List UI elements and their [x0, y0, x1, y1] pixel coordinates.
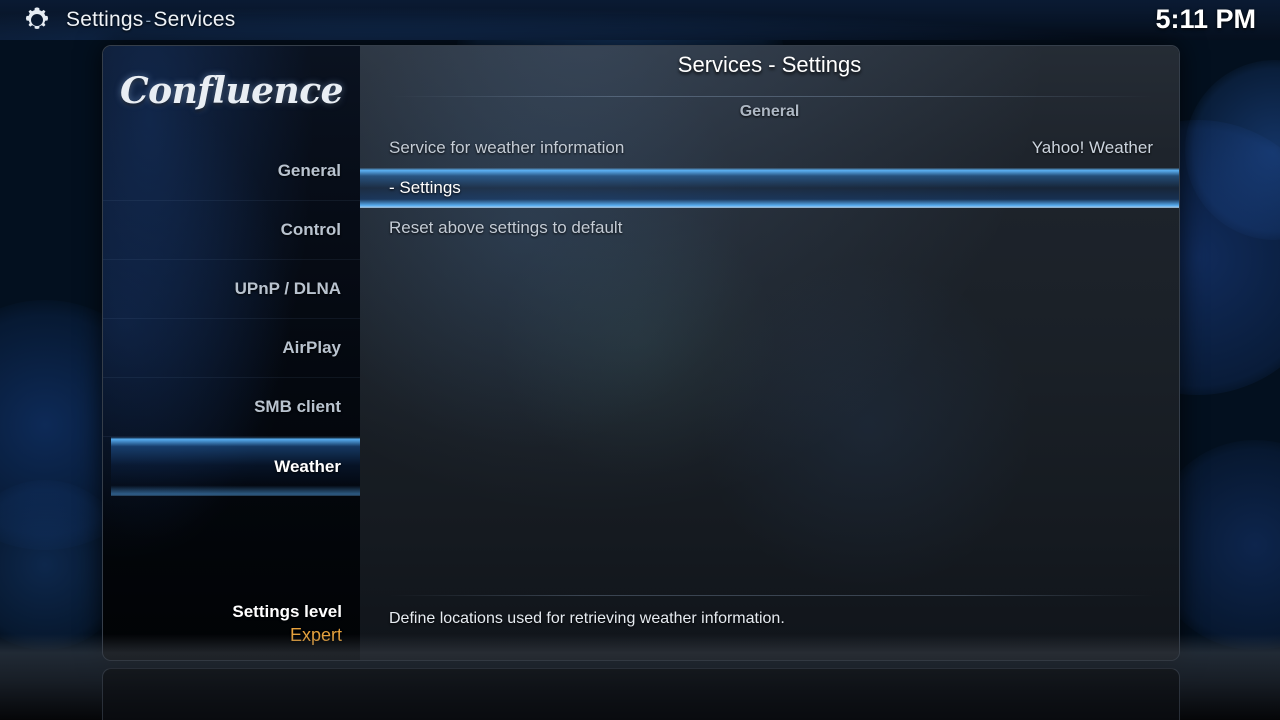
footer-panel	[102, 668, 1180, 720]
setting-row-reset-defaults[interactable]: Reset above settings to default	[360, 208, 1179, 248]
sidebar: Confluence General Control UPnP / DLNA A…	[103, 46, 360, 660]
window-title: Settings -Services	[66, 8, 235, 32]
content-panel: Services - Settings General Service for …	[360, 46, 1179, 660]
page-title: Services - Settings	[677, 52, 862, 77]
divider-top	[390, 96, 1153, 97]
row-focus-highlight	[360, 168, 1179, 208]
setting-label: Service for weather information	[389, 138, 625, 157]
setting-label: - Settings	[389, 178, 461, 197]
divider-bottom	[390, 595, 1153, 596]
settings-level-label: Settings level	[232, 602, 342, 621]
window-title-sub: Services	[153, 8, 236, 31]
sidebar-item-label: General	[277, 161, 341, 180]
window-title-separator: -	[145, 11, 152, 30]
clock: 5:11 PM	[1155, 4, 1256, 34]
settings-list: Service for weather information Yahoo! W…	[360, 128, 1179, 248]
setting-row-weather-service[interactable]: Service for weather information Yahoo! W…	[360, 128, 1179, 168]
sidebar-item-label: SMB client	[254, 397, 341, 416]
sidebar-item-label: Weather	[274, 456, 341, 476]
confluence-logo: Confluence	[119, 70, 344, 112]
sidebar-item-weather[interactable]: Weather	[103, 437, 360, 496]
bokeh-circle	[1185, 60, 1280, 240]
sidebar-item-airplay[interactable]: AirPlay	[103, 319, 360, 378]
sidebar-item-smb-client[interactable]: SMB client	[103, 378, 360, 437]
settings-dialog: Confluence General Control UPnP / DLNA A…	[102, 45, 1180, 661]
setting-value: Yahoo! Weather	[1031, 138, 1153, 157]
sidebar-item-control[interactable]: Control	[103, 201, 360, 260]
section-header: General	[739, 103, 800, 120]
setting-row-settings[interactable]: - Settings	[360, 168, 1179, 208]
setting-description: Define locations used for retrieving wea…	[389, 610, 785, 627]
sidebar-menu: General Control UPnP / DLNA AirPlay SMB …	[103, 142, 360, 496]
sidebar-item-label: Control	[280, 220, 341, 239]
sidebar-item-general[interactable]: General	[103, 142, 360, 201]
top-bar: Settings -Services 5:11 PM	[0, 0, 1280, 40]
sidebar-item-upnp-dlna[interactable]: UPnP / DLNA	[103, 260, 360, 319]
sidebar-item-label: AirPlay	[282, 338, 341, 357]
sidebar-item-label: UPnP / DLNA	[234, 279, 341, 298]
window-title-main: Settings	[66, 8, 144, 31]
setting-label: Reset above settings to default	[389, 218, 623, 237]
gear-icon	[25, 7, 49, 30]
